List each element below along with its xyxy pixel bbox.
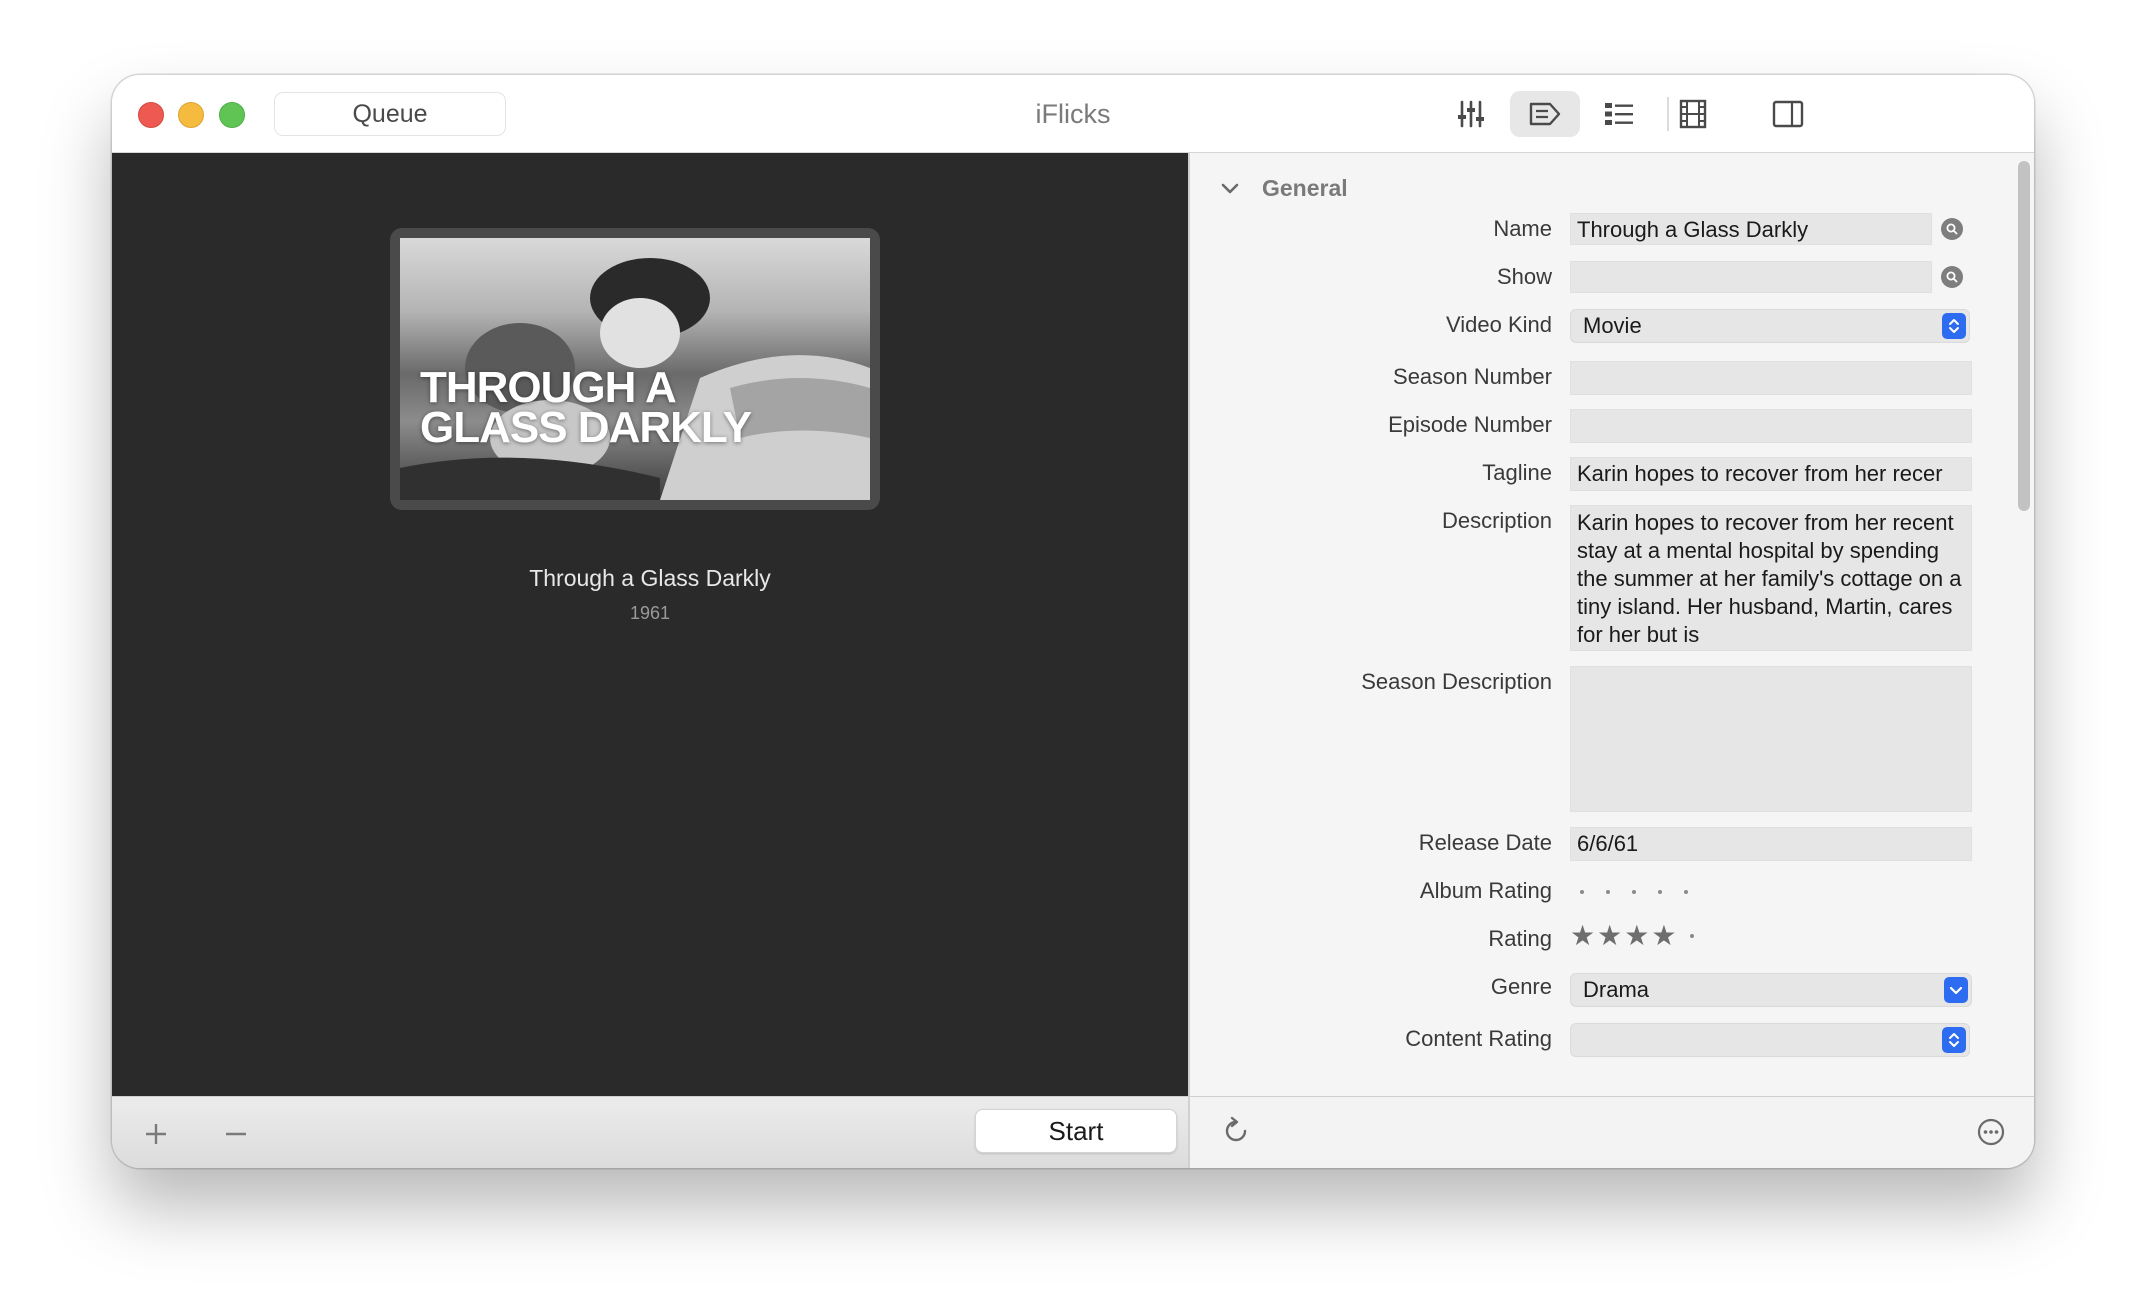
release-date-label: Release Date: [1418, 830, 1552, 855]
add-item-button[interactable]: [141, 1119, 171, 1149]
album-rating-control[interactable]: [1580, 890, 1688, 894]
inspector-pane: General Name Through a Glass Darkly Show…: [1190, 153, 2034, 1096]
tagline-field[interactable]: Karin hopes to recover from her recer: [1570, 457, 1972, 491]
star-icon[interactable]: ★: [1624, 919, 1649, 952]
season-description-field[interactable]: [1570, 666, 1972, 812]
section-general-header[interactable]: General: [1220, 175, 1348, 202]
magnifier-icon: [1946, 223, 1958, 235]
genre-value: Drama: [1583, 977, 1650, 1002]
season-number-field[interactable]: [1570, 361, 1972, 395]
queue-bottom-bar: Start: [112, 1096, 1188, 1168]
description-label: Description: [1441, 508, 1552, 533]
content-rating-popup[interactable]: [1570, 1023, 1970, 1057]
ellipsis-circle-icon: [1977, 1118, 2005, 1146]
name-field[interactable]: Through a Glass Darkly: [1570, 213, 1932, 245]
content-rating-label: Content Rating: [1405, 1026, 1552, 1051]
minus-icon: [226, 1132, 246, 1136]
tag-icon: [1529, 102, 1561, 126]
refresh-button[interactable]: [1220, 1115, 1252, 1152]
album-rating-dot[interactable]: [1632, 890, 1636, 894]
name-label: Name: [1493, 216, 1552, 241]
queue-item-year: 1961: [629, 603, 671, 623]
queue-pane: THROUGH A GLASS DARKLY Through a Glass D…: [112, 153, 1188, 1096]
album-rating-label: Album Rating: [1419, 878, 1552, 903]
chevron-down-icon[interactable]: [1944, 977, 1968, 1003]
video-button[interactable]: [1658, 91, 1728, 137]
name-lookup-button[interactable]: [1941, 218, 1963, 240]
list-icon: [1605, 103, 1633, 125]
sidebar-icon: [1772, 100, 1804, 128]
inspector-scrollbar[interactable]: [2018, 161, 2030, 511]
tagline-label: Tagline: [1482, 460, 1552, 485]
description-field[interactable]: Karin hopes to recover from her recent s…: [1570, 505, 1972, 651]
season-number-label: Season Number: [1393, 364, 1552, 389]
section-title: General: [1262, 175, 1348, 201]
film-strip-icon: [1679, 99, 1707, 129]
up-down-arrows-icon: [1942, 313, 1966, 339]
title-bar: Queue iFlicks: [112, 75, 2034, 153]
window-title: iFlicks: [1035, 99, 1111, 129]
plus-icon: [146, 1124, 166, 1144]
star-icon[interactable]: ★: [1651, 919, 1676, 952]
star-icon[interactable]: ★: [1570, 919, 1595, 952]
poster-title-line-1: THROUGH A: [420, 363, 677, 412]
rating-control[interactable]: ★ ★ ★ ★: [1570, 919, 1695, 952]
inspector-bottom-bar: [1190, 1096, 2034, 1168]
video-kind-label: Video Kind: [1445, 312, 1552, 337]
up-down-arrows-icon: [1942, 1027, 1966, 1053]
start-button[interactable]: Start: [975, 1109, 1177, 1153]
album-rating-dot[interactable]: [1658, 890, 1662, 894]
show-label: Show: [1496, 264, 1552, 289]
show-lookup-button[interactable]: [1941, 266, 1963, 288]
video-kind-value: Movie: [1583, 313, 1642, 338]
sliders-icon: [1458, 100, 1484, 128]
poster-image: THROUGH A GLASS DARKLY: [400, 238, 870, 500]
poster-title-line-2: GLASS DARKLY: [420, 403, 752, 452]
season-description-label: Season Description: [1361, 669, 1552, 694]
star-icon[interactable]: ★: [1597, 919, 1622, 952]
more-options-button[interactable]: [1976, 1117, 2006, 1152]
genre-combo-box[interactable]: Drama: [1570, 973, 1972, 1007]
queue-item-title: Through a Glass Darkly: [529, 565, 771, 591]
album-rating-dot[interactable]: [1606, 890, 1610, 894]
metadata-tags-button[interactable]: [1510, 91, 1580, 137]
episode-number-field[interactable]: [1570, 409, 1972, 443]
release-date-field[interactable]: 6/6/61: [1570, 827, 1972, 861]
refresh-icon: [1225, 1116, 1247, 1142]
poster-title-text: THROUGH A GLASS DARKLY: [420, 363, 752, 452]
rating-label: Rating: [1488, 926, 1552, 951]
adjustments-button[interactable]: [1436, 91, 1506, 137]
genre-label: Genre: [1490, 974, 1552, 999]
show-field[interactable]: [1570, 261, 1932, 293]
album-rating-dot[interactable]: [1684, 890, 1688, 894]
magnifier-icon: [1946, 271, 1958, 283]
remove-item-button[interactable]: [221, 1119, 251, 1149]
app-window: Queue iFlicks THROUGH A GLASS DARKLY Thr…: [112, 75, 2034, 1168]
episode-number-label: Episode Number: [1388, 412, 1552, 437]
artwork-frame[interactable]: THROUGH A GLASS DARKLY: [390, 228, 880, 510]
chevron-down-icon[interactable]: [1220, 182, 1240, 196]
rating-empty-dot[interactable]: [1690, 933, 1695, 938]
video-kind-popup[interactable]: Movie: [1570, 309, 1970, 343]
list-view-button[interactable]: [1584, 91, 1654, 137]
album-rating-dot[interactable]: [1580, 890, 1584, 894]
toggle-sidebar-button[interactable]: [1753, 91, 1823, 137]
